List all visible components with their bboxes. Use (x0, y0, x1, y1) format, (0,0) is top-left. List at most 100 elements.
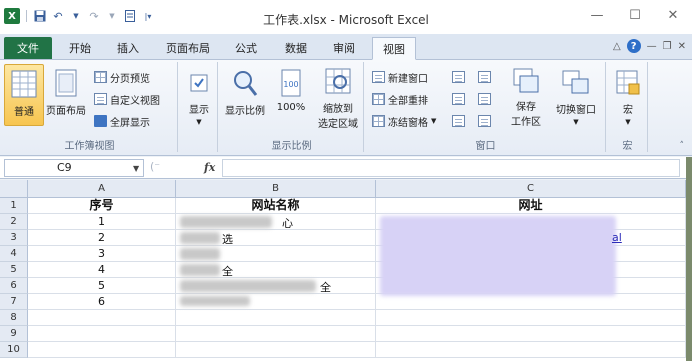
row-header[interactable]: 7 (0, 294, 28, 310)
row-header[interactable]: 8 (0, 310, 28, 326)
switch-windows-button[interactable]: 切换窗口 ▼ (550, 64, 602, 126)
tab-formulas[interactable]: 公式 (228, 37, 264, 59)
arrange-all-label: 全部重排 (388, 95, 428, 107)
name-box[interactable]: C9 (4, 159, 144, 177)
sync-scroll-icon (478, 93, 491, 105)
cell-a4[interactable]: 3 (28, 246, 176, 262)
freeze-panes-button[interactable]: 冻结窗格 ▼ (372, 112, 436, 130)
custom-views-icon (94, 93, 107, 105)
title-bar: X ↶ ▼ ↷ ▼ |▾ 工作表.xlsx - Microsoft Excel … (0, 0, 692, 34)
row-header[interactable]: 6 (0, 278, 28, 294)
close-button[interactable]: ✕ (662, 6, 684, 24)
formula-bar: C9 ▼ (⁻ fx (0, 157, 692, 179)
column-header-b[interactable]: B (176, 180, 376, 198)
split-button[interactable] (452, 68, 465, 86)
zoom-100-icon: 100 (277, 68, 305, 98)
cell-a6[interactable]: 5 (28, 278, 176, 294)
reset-position-button[interactable] (478, 112, 491, 130)
cell-c10[interactable] (376, 342, 686, 358)
arrange-all-button[interactable]: 全部重排 (372, 90, 428, 108)
view-side-by-side-button[interactable] (478, 68, 491, 86)
svg-text:100: 100 (283, 80, 298, 89)
workbook-minimize-icon[interactable]: — (647, 41, 657, 52)
save-workspace-button[interactable]: 保存 工作区 (506, 64, 546, 128)
zoom-selection-label-2: 选定区域 (318, 119, 358, 130)
column-header-a[interactable]: A (28, 180, 176, 198)
cell-b2-visible-text: 心 (282, 217, 293, 230)
cell-b8[interactable] (176, 310, 376, 326)
show-icon (185, 68, 213, 97)
tab-view[interactable]: 视图 (372, 37, 416, 60)
custom-views-button[interactable]: 自定义视图 (94, 90, 160, 108)
arrange-all-icon (372, 93, 385, 105)
sync-scroll-button[interactable] (478, 90, 491, 108)
new-window-button[interactable]: 新建窗口 (372, 68, 428, 86)
tab-data[interactable]: 数据 (278, 37, 314, 59)
maximize-button[interactable]: ☐ (624, 6, 646, 24)
cell-a7[interactable]: 6 (28, 294, 176, 310)
chevron-down-icon[interactable]: ▼ (133, 164, 139, 173)
custom-views-label: 自定义视图 (110, 95, 160, 107)
cell-b10[interactable] (176, 342, 376, 358)
freeze-panes-label: 冻结窗格 (388, 117, 428, 129)
help-icon[interactable]: ? (626, 39, 641, 53)
cell-c1[interactable]: 网址 (376, 198, 686, 214)
cell-b9[interactable] (176, 326, 376, 342)
cell-a1[interactable]: 序号 (28, 198, 176, 214)
tab-review[interactable]: 审阅 (326, 37, 362, 59)
tab-page-layout[interactable]: 页面布局 (160, 37, 216, 59)
show-button[interactable]: 显示 ▼ (180, 64, 218, 126)
row-header[interactable]: 4 (0, 246, 28, 262)
full-screen-button[interactable]: 全屏显示 (94, 112, 150, 130)
page-break-label: 分页预览 (110, 73, 150, 85)
group-label-window: 窗口 (475, 141, 496, 152)
cell-a3[interactable]: 2 (28, 230, 176, 246)
row-header[interactable]: 5 (0, 262, 28, 278)
select-all-corner[interactable] (0, 180, 28, 198)
formula-input[interactable] (222, 159, 680, 177)
normal-view-button[interactable]: 普通 (4, 64, 44, 126)
cell-c8[interactable] (376, 310, 686, 326)
zoom-to-selection-button[interactable]: 缩放到 选定区域 (314, 64, 362, 130)
cell-b1[interactable]: 网站名称 (176, 198, 376, 214)
insert-function-icon[interactable]: fx (204, 161, 215, 174)
ribbon-controls: △ ? — ❐ ✕ (613, 39, 686, 53)
macros-button[interactable]: 宏 ▼ (610, 64, 646, 126)
worksheet-grid[interactable]: A B C 1 2 3 4 5 6 7 8 9 10 序号 网站名称 网址 1 … (0, 180, 686, 361)
cell-c7[interactable] (376, 294, 686, 310)
row-header[interactable]: 3 (0, 230, 28, 246)
collapse-ribbon-icon[interactable]: ˄ (680, 141, 685, 151)
redacted-text (180, 280, 316, 292)
tab-file[interactable]: 文件 (4, 37, 52, 59)
cell-a5[interactable]: 4 (28, 262, 176, 278)
cell-b6-visible-text: 全 (320, 281, 331, 294)
page-break-preview-button[interactable]: 分页预览 (94, 68, 150, 86)
cell-a10[interactable] (28, 342, 176, 358)
unhide-button[interactable] (452, 112, 465, 130)
minimize-ribbon-icon[interactable]: △ (613, 41, 621, 52)
zoom-100-button[interactable]: 100 100% (272, 64, 310, 126)
page-layout-view-button[interactable]: 页面布局 (46, 64, 86, 126)
full-screen-icon (94, 115, 107, 127)
row-header[interactable]: 9 (0, 326, 28, 342)
column-header-c[interactable]: C (376, 180, 686, 198)
freeze-panes-icon (372, 115, 385, 127)
row-header[interactable]: 10 (0, 342, 28, 358)
workbook-close-icon[interactable]: ✕ (678, 41, 686, 52)
row-header[interactable]: 1 (0, 198, 28, 214)
row-header[interactable]: 2 (0, 214, 28, 230)
cell-a2[interactable]: 1 (28, 214, 176, 230)
cell-a8[interactable] (28, 310, 176, 326)
chevron-down-icon: ▼ (573, 118, 579, 126)
tab-home[interactable]: 开始 (62, 37, 98, 59)
cell-c9[interactable] (376, 326, 686, 342)
hide-button[interactable] (452, 90, 465, 108)
redacted-text (180, 216, 272, 228)
minimize-button[interactable]: — (586, 6, 608, 24)
workbook-restore-icon[interactable]: ❐ (663, 41, 672, 52)
tab-insert[interactable]: 插入 (110, 37, 146, 59)
zoom-button[interactable]: 显示比例 (222, 64, 268, 126)
side-by-side-icon (478, 71, 491, 83)
cancel-icon[interactable]: (⁻ (150, 160, 160, 173)
cell-a9[interactable] (28, 326, 176, 342)
